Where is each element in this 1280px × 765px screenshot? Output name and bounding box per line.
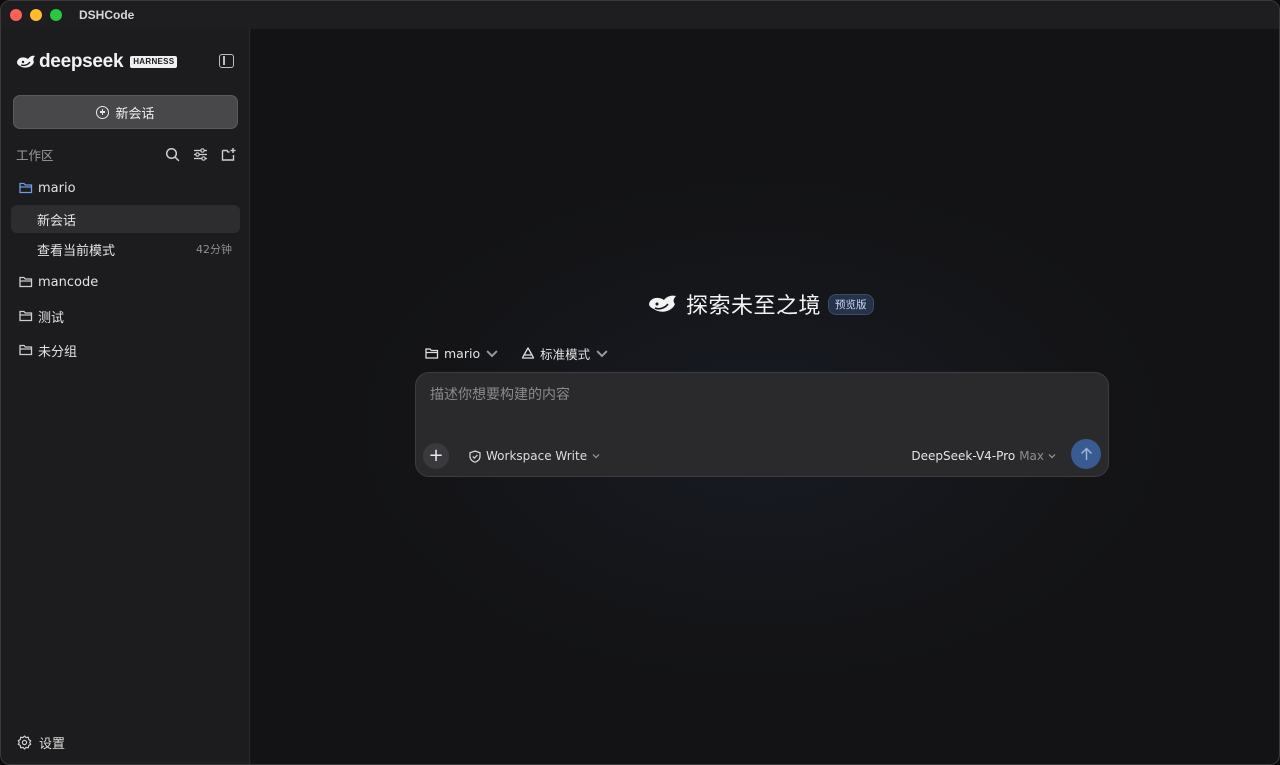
plus-circle-icon [96, 105, 110, 119]
session-item[interactable]: 查看当前模式 42分钟 [11, 235, 240, 263]
prompt-input[interactable] [430, 387, 1090, 403]
mode-name: 标准模式 [540, 347, 591, 362]
chevron-down-icon [486, 350, 498, 358]
gear-icon [17, 735, 32, 750]
plus-icon: + [428, 445, 444, 466]
zoom-window-button[interactable] [50, 9, 62, 21]
project-selector[interactable]: mario [425, 346, 499, 361]
brand-tag: HARNESS [130, 56, 178, 68]
send-button[interactable] [1071, 439, 1101, 469]
whale-logo-icon [17, 55, 35, 68]
workspace-tools [165, 147, 236, 162]
new-chat-button[interactable]: 新会话 [13, 95, 238, 129]
session-time: 42分钟 [196, 243, 232, 256]
folder-ungrouped[interactable]: 未分组 [11, 339, 240, 361]
brand: deepseek HARNESS [15, 51, 178, 72]
title-bar: DSHCode [1, 1, 1279, 29]
arrow-up-icon [1080, 447, 1092, 460]
app-window: DSHCode deepseek HARNESS 新会话 工作区 mario 新… [0, 0, 1280, 765]
context-row: mario 标准模式 [425, 344, 609, 363]
window-controls [10, 9, 62, 21]
folder-name: mancode [38, 274, 99, 290]
window-title: DSHCode [79, 8, 135, 22]
main-area: 探索未至之境 预览版 mario 标准模式 描述你想要构建的内容 + Works… [251, 29, 1279, 764]
sidebar-toggle-icon[interactable] [219, 54, 234, 68]
composer: + Workspace Write DeepSeek-V4-Pro Max [415, 372, 1109, 477]
folder-test[interactable]: 测试 [11, 305, 240, 327]
model-effort: Max [1019, 449, 1044, 463]
folder-name: 未分组 [38, 344, 78, 360]
session-title: 查看当前模式 [37, 243, 116, 259]
model-selector[interactable]: DeepSeek-V4-Pro Max [911, 449, 1056, 463]
workspace-label: 工作区 [16, 147, 54, 163]
settings-label: 设置 [39, 737, 66, 752]
workspace-tree: mario 新会话 查看当前模式 42分钟 mancode 测试 未分组 [11, 177, 240, 361]
folder-name: 测试 [38, 310, 65, 326]
chevron-down-icon [596, 350, 608, 358]
folder-open-icon [19, 182, 33, 194]
folder-icon [19, 344, 33, 356]
whale-logo-icon [649, 295, 676, 312]
close-window-button[interactable] [10, 9, 22, 21]
permission-selector[interactable]: Workspace Write [469, 449, 600, 463]
folder-name: mario [38, 180, 76, 196]
shield-icon [469, 449, 481, 463]
hero-heading: 探索未至之境 预览版 [647, 291, 874, 319]
new-folder-icon[interactable] [221, 147, 236, 162]
new-chat-label: 新会话 [115, 106, 155, 122]
folder-mario[interactable]: mario [11, 177, 240, 199]
model-name: DeepSeek-V4-Pro [911, 449, 1016, 463]
hero-title: 探索未至之境 [686, 294, 822, 319]
project-name: mario [444, 346, 481, 361]
session-title: 新会话 [37, 213, 77, 229]
search-icon[interactable] [165, 147, 180, 162]
folder-icon [19, 310, 33, 322]
brand-name: deepseek [39, 51, 124, 72]
folder-mancode[interactable]: mancode [11, 271, 240, 293]
workspace-header: 工作区 [16, 145, 236, 163]
settings-button[interactable]: 设置 [17, 733, 65, 752]
recycle-icon [521, 347, 535, 359]
sidebar: deepseek HARNESS 新会话 工作区 mario 新会话 查看当前模… [1, 29, 250, 764]
folder-open-icon [425, 348, 439, 359]
mode-selector[interactable]: 标准模式 [521, 344, 609, 363]
preview-badge: 预览版 [828, 293, 874, 315]
minimize-window-button[interactable] [30, 9, 42, 21]
session-item[interactable]: 新会话 [11, 205, 240, 233]
folder-icon [19, 276, 33, 288]
permission-label: Workspace Write [486, 449, 588, 463]
chevron-down-icon [592, 454, 600, 459]
filter-icon[interactable] [193, 147, 208, 162]
attach-button[interactable]: + [423, 443, 449, 469]
chevron-down-icon [1048, 454, 1056, 459]
